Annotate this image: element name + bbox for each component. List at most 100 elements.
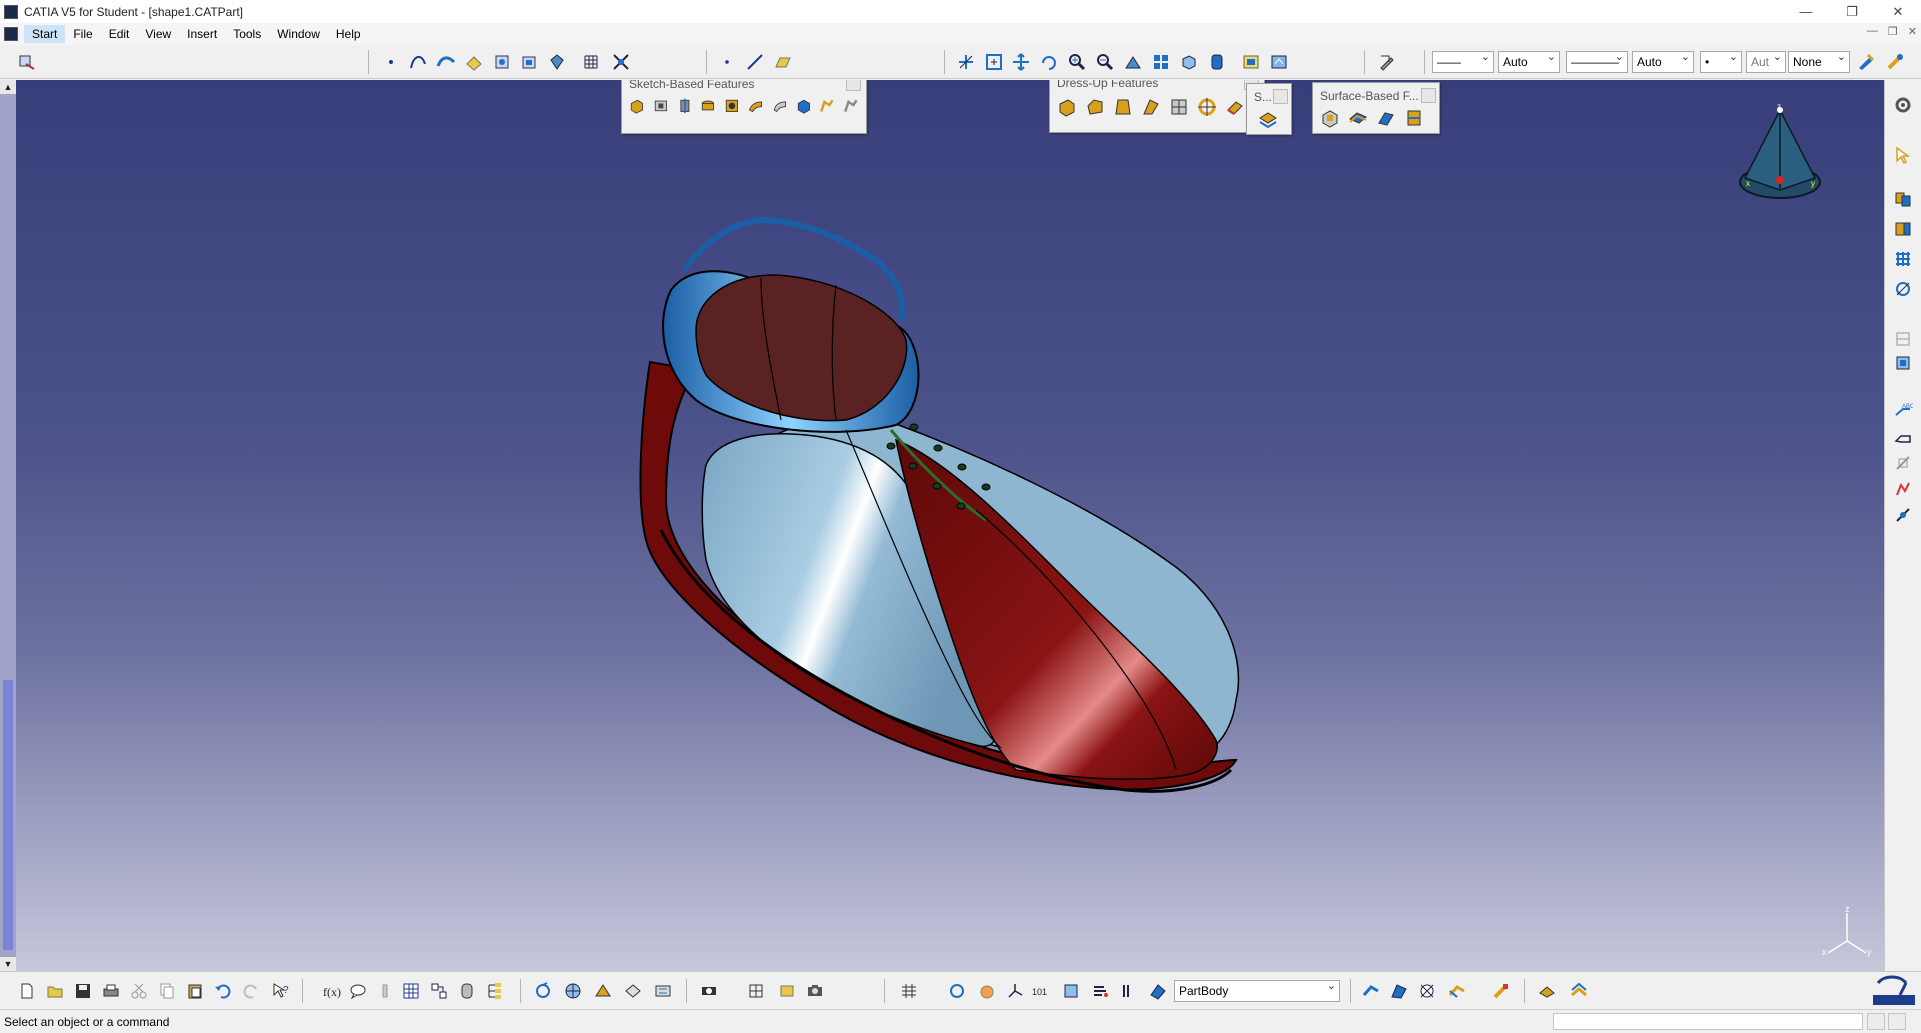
snap-icon[interactable] <box>610 51 632 73</box>
swap-space-icon[interactable] <box>1268 51 1290 73</box>
menu-view[interactable]: View <box>137 25 179 43</box>
sketcher-icon[interactable] <box>16 51 38 73</box>
analysis-icon[interactable] <box>1892 478 1914 500</box>
paste-icon[interactable] <box>184 980 206 1002</box>
save-icon[interactable] <box>72 980 94 1002</box>
doc-close-button[interactable]: ✕ <box>1908 25 1917 38</box>
apply-icon[interactable] <box>592 980 614 1002</box>
constraint-icon[interactable] <box>1892 452 1914 474</box>
remove-face-icon[interactable] <box>1224 96 1246 118</box>
camera-icon[interactable] <box>804 980 826 1002</box>
toolbar-close-button[interactable] <box>1421 88 1436 103</box>
render-style-combo[interactable]: None <box>1788 51 1850 73</box>
part-design-icon[interactable] <box>1360 980 1382 1002</box>
shape-icon[interactable] <box>1416 980 1438 1002</box>
command-exec-button[interactable] <box>1888 1013 1906 1030</box>
pad-icon[interactable] <box>628 97 646 119</box>
wireframe-icon[interactable] <box>1446 980 1468 1002</box>
menu-help[interactable]: Help <box>328 25 369 43</box>
doc-restore-button[interactable]: ❐ <box>1888 25 1898 38</box>
cut-icon[interactable] <box>128 980 150 1002</box>
multi-section-icon[interactable] <box>818 97 836 119</box>
plane-icon[interactable] <box>772 51 794 73</box>
axis-icon[interactable] <box>1004 980 1026 1002</box>
thickness-icon[interactable] <box>1168 96 1190 118</box>
split-icon[interactable] <box>1257 108 1279 130</box>
new-icon[interactable] <box>16 980 38 1002</box>
boolean-icon[interactable] <box>1892 188 1914 210</box>
annotation-icon[interactable]: ABC <box>1892 400 1914 422</box>
point-small-icon[interactable] <box>716 51 738 73</box>
shell-icon[interactable] <box>1140 96 1162 118</box>
vertical-scrollbar[interactable]: ▲ ▼ <box>0 80 16 971</box>
options-icon[interactable] <box>1568 980 1590 1002</box>
table-icon[interactable] <box>400 980 422 1002</box>
line-combo[interactable]: ———— <box>1566 51 1628 73</box>
point-icon[interactable] <box>380 51 402 73</box>
shading-mode-icon[interactable] <box>776 980 798 1002</box>
reference-element-icon[interactable] <box>1892 328 1914 350</box>
dress-up-features-toolbar[interactable]: Dress-Up Features <box>1049 80 1265 133</box>
part-body-icon[interactable] <box>1147 980 1169 1002</box>
hole-icon[interactable] <box>723 97 741 119</box>
offset-icon[interactable] <box>518 51 540 73</box>
pocket-icon[interactable] <box>652 97 670 119</box>
close-button[interactable]: ✕ <box>1875 0 1921 23</box>
sketch-based-features-toolbar[interactable]: Sketch-Based Features <box>621 80 867 134</box>
pan-hand-icon[interactable] <box>976 980 998 1002</box>
zoom-out-icon[interactable] <box>1094 51 1116 73</box>
thick-surface-icon[interactable] <box>1347 107 1369 129</box>
toolbar-close-button[interactable] <box>1273 89 1288 104</box>
pattern-icon[interactable] <box>1892 248 1914 270</box>
toolbar-close-button[interactable] <box>846 80 861 91</box>
menu-tools[interactable]: Tools <box>225 25 269 43</box>
menu-file[interactable]: File <box>65 25 100 43</box>
connect-curve-icon[interactable] <box>435 51 457 73</box>
thickness-combo[interactable]: Auto <box>1498 51 1560 73</box>
surface-icon[interactable] <box>1388 980 1410 1002</box>
body-selector[interactable]: PartBody <box>1174 980 1340 1002</box>
paint-icon[interactable] <box>1855 51 1877 73</box>
document-icon[interactable] <box>4 27 18 41</box>
menu-insert[interactable]: Insert <box>179 25 225 43</box>
linetype-combo[interactable]: —— <box>1432 51 1494 73</box>
draft-icon[interactable] <box>1112 96 1134 118</box>
scale-icon[interactable] <box>1892 278 1914 300</box>
measure-icon[interactable] <box>1892 352 1914 374</box>
thread-icon[interactable] <box>1196 96 1218 118</box>
hide-show-icon[interactable] <box>1240 51 1262 73</box>
layer-combo[interactable]: Auto <box>1632 51 1694 73</box>
print-icon[interactable] <box>100 980 122 1002</box>
projection-icon[interactable] <box>463 51 485 73</box>
rib-icon[interactable] <box>747 97 765 119</box>
aux-combo[interactable]: Aut <box>1746 51 1786 73</box>
grid-icon[interactable] <box>898 980 920 1002</box>
groove-icon[interactable] <box>699 97 717 119</box>
close-surface-icon[interactable] <box>1375 107 1397 129</box>
zoom-in-icon[interactable] <box>1066 51 1088 73</box>
graphic-properties-icon[interactable] <box>1884 51 1906 73</box>
open-icon[interactable] <box>44 980 66 1002</box>
shaft-icon[interactable] <box>676 97 694 119</box>
stiffener-icon[interactable] <box>795 97 813 119</box>
menu-edit[interactable]: Edit <box>101 25 138 43</box>
grid-icon[interactable] <box>580 51 602 73</box>
view-mode-icon[interactable]: 101 <box>1030 980 1052 1002</box>
whats-this-icon[interactable]: ? <box>270 980 292 1002</box>
3d-viewport[interactable]: Sketch-Based Features Dress-Up Features <box>16 80 1884 971</box>
chamfer-icon[interactable] <box>1084 96 1106 118</box>
3d-intersection-icon[interactable] <box>491 51 513 73</box>
split-surface-icon[interactable] <box>1319 107 1341 129</box>
undo-icon[interactable] <box>212 980 234 1002</box>
body-icon[interactable] <box>1118 980 1140 1002</box>
multi-view-icon[interactable] <box>1150 51 1172 73</box>
link-icon[interactable] <box>698 980 720 1002</box>
grid-layout-icon[interactable] <box>745 980 767 1002</box>
transformation-icon[interactable] <box>1892 218 1914 240</box>
doc-minimize-button[interactable]: — <box>1867 25 1878 38</box>
repeat-icon[interactable] <box>652 980 674 1002</box>
rotate-icon[interactable] <box>1038 51 1060 73</box>
shoe-model[interactable] <box>16 80 1884 971</box>
compass-icon[interactable] <box>546 51 568 73</box>
shading-icon[interactable] <box>1060 980 1082 1002</box>
